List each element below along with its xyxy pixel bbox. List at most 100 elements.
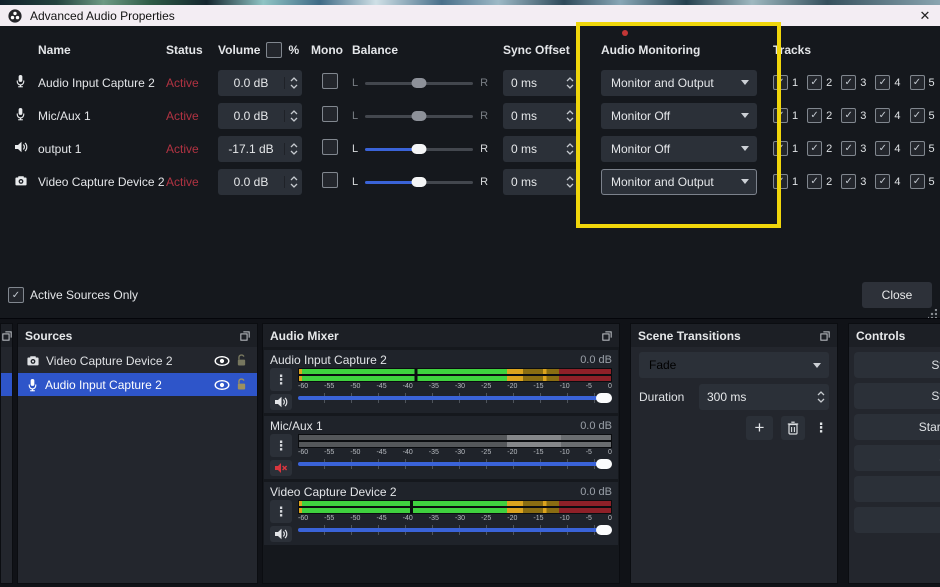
- source-list-item[interactable]: Video Capture Device 2: [18, 349, 257, 372]
- track-checkbox[interactable]: ✓: [910, 141, 925, 156]
- track-toggle[interactable]: ✓5: [910, 174, 935, 189]
- close-button[interactable]: Close: [862, 282, 932, 308]
- mono-checkbox[interactable]: [322, 73, 338, 89]
- track-toggle[interactable]: ✓3: [841, 141, 866, 156]
- spinner-arrows[interactable]: [284, 143, 302, 155]
- audio-monitoring-select[interactable]: Monitor Off: [601, 136, 757, 162]
- track-toggle[interactable]: ✓5: [910, 75, 935, 90]
- track-checkbox[interactable]: ✓: [807, 108, 822, 123]
- track-checkbox[interactable]: ✓: [807, 75, 822, 90]
- track-checkbox[interactable]: ✓: [875, 141, 890, 156]
- track-checkbox[interactable]: ✓: [875, 108, 890, 123]
- track-checkbox[interactable]: ✓: [841, 174, 856, 189]
- control-button[interactable]: Studio Mode: [854, 445, 940, 471]
- track-checkbox[interactable]: ✓: [773, 108, 788, 123]
- track-toggle[interactable]: ✓1: [773, 141, 798, 156]
- track-checkbox[interactable]: ✓: [910, 75, 925, 90]
- track-toggle[interactable]: ✓2: [807, 75, 832, 90]
- spinner-arrows[interactable]: [561, 143, 578, 155]
- eye-icon[interactable]: [214, 356, 230, 366]
- track-toggle[interactable]: ✓3: [841, 174, 866, 189]
- spinner-arrows[interactable]: [284, 110, 302, 122]
- track-checkbox[interactable]: ✓: [910, 108, 925, 123]
- mute-button[interactable]: [270, 394, 292, 410]
- volume-input[interactable]: 0.0 dB: [218, 169, 302, 195]
- add-transition-button[interactable]: +: [746, 416, 773, 440]
- remove-transition-button[interactable]: [781, 416, 805, 440]
- track-checkbox[interactable]: ✓: [841, 108, 856, 123]
- lock-icon[interactable]: [236, 354, 247, 367]
- track-checkbox[interactable]: ✓: [910, 174, 925, 189]
- sync-offset-input[interactable]: 0 ms: [503, 70, 578, 96]
- popout-icon[interactable]: [602, 331, 612, 341]
- control-button[interactable]: Start Streaming: [854, 352, 940, 378]
- mono-checkbox[interactable]: [322, 172, 338, 188]
- spinner-arrows[interactable]: [561, 77, 578, 89]
- source-list-item[interactable]: Audio Input Capture 2: [18, 373, 257, 396]
- mixer-options-button[interactable]: ⋮: [270, 500, 292, 523]
- track-toggle[interactable]: ✓4: [875, 108, 900, 123]
- close-icon[interactable]: ✕: [910, 8, 940, 24]
- balance-slider[interactable]: [365, 177, 473, 187]
- mono-checkbox[interactable]: [322, 106, 338, 122]
- volume-slider-handle[interactable]: [596, 393, 612, 403]
- track-toggle[interactable]: ✓2: [807, 108, 832, 123]
- transition-properties-button[interactable]: ⋮: [813, 416, 829, 440]
- resize-grip[interactable]: [928, 309, 937, 318]
- audio-monitoring-select[interactable]: Monitor and Output: [601, 169, 757, 195]
- mixer-options-button[interactable]: ⋮: [270, 434, 292, 457]
- balance-slider[interactable]: [365, 144, 473, 154]
- track-toggle[interactable]: ✓4: [875, 174, 900, 189]
- volume-slider[interactable]: [298, 457, 612, 472]
- audio-monitoring-select[interactable]: Monitor Off: [601, 103, 757, 129]
- control-button[interactable]: [854, 507, 940, 533]
- track-toggle[interactable]: ✓3: [841, 75, 866, 90]
- balance-slider[interactable]: [365, 111, 473, 121]
- track-checkbox[interactable]: ✓: [807, 174, 822, 189]
- popout-icon[interactable]: [240, 331, 250, 341]
- volume-input[interactable]: 0.0 dB: [218, 103, 302, 129]
- track-toggle[interactable]: ✓4: [875, 75, 900, 90]
- spinner-arrows[interactable]: [284, 77, 302, 89]
- control-button[interactable]: Start Recording: [854, 383, 940, 409]
- track-toggle[interactable]: ✓2: [807, 174, 832, 189]
- audio-monitoring-select[interactable]: Monitor and Output: [601, 70, 757, 96]
- balance-slider-handle[interactable]: [412, 177, 427, 187]
- sync-offset-input[interactable]: 0 ms: [503, 136, 578, 162]
- control-button[interactable]: [854, 476, 940, 502]
- balance-slider[interactable]: [365, 78, 473, 88]
- volume-slider[interactable]: [298, 523, 612, 538]
- track-checkbox[interactable]: ✓: [875, 75, 890, 90]
- lock-icon[interactable]: [236, 378, 247, 391]
- volume-input[interactable]: -17.1 dB: [218, 136, 302, 162]
- track-checkbox[interactable]: ✓: [841, 75, 856, 90]
- eye-icon[interactable]: [214, 380, 230, 390]
- track-toggle[interactable]: ✓5: [910, 141, 935, 156]
- balance-slider-handle[interactable]: [412, 111, 427, 121]
- track-toggle[interactable]: ✓2: [807, 141, 832, 156]
- track-checkbox[interactable]: ✓: [841, 141, 856, 156]
- track-toggle[interactable]: ✓1: [773, 75, 798, 90]
- popout-icon[interactable]: [820, 331, 830, 341]
- duration-input[interactable]: 300 ms: [699, 384, 829, 410]
- balance-slider-handle[interactable]: [412, 144, 427, 154]
- mixer-options-button[interactable]: ⋮: [270, 368, 292, 391]
- balance-slider-handle[interactable]: [412, 78, 427, 88]
- track-toggle[interactable]: ✓1: [773, 174, 798, 189]
- mono-checkbox[interactable]: [322, 139, 338, 155]
- track-toggle[interactable]: ✓4: [875, 141, 900, 156]
- volume-slider-handle[interactable]: [596, 459, 612, 469]
- track-toggle[interactable]: ✓1: [773, 108, 798, 123]
- track-checkbox[interactable]: ✓: [773, 141, 788, 156]
- track-checkbox[interactable]: ✓: [773, 174, 788, 189]
- popout-icon[interactable]: [2, 331, 12, 341]
- spinner-arrows[interactable]: [561, 110, 578, 122]
- track-toggle[interactable]: ✓5: [910, 108, 935, 123]
- track-checkbox[interactable]: ✓: [807, 141, 822, 156]
- mute-button[interactable]: [270, 460, 292, 476]
- mute-button[interactable]: [270, 526, 292, 542]
- sync-offset-input[interactable]: 0 ms: [503, 103, 578, 129]
- track-checkbox[interactable]: ✓: [875, 174, 890, 189]
- sync-offset-input[interactable]: 0 ms: [503, 169, 578, 195]
- spinner-arrows[interactable]: [284, 176, 302, 188]
